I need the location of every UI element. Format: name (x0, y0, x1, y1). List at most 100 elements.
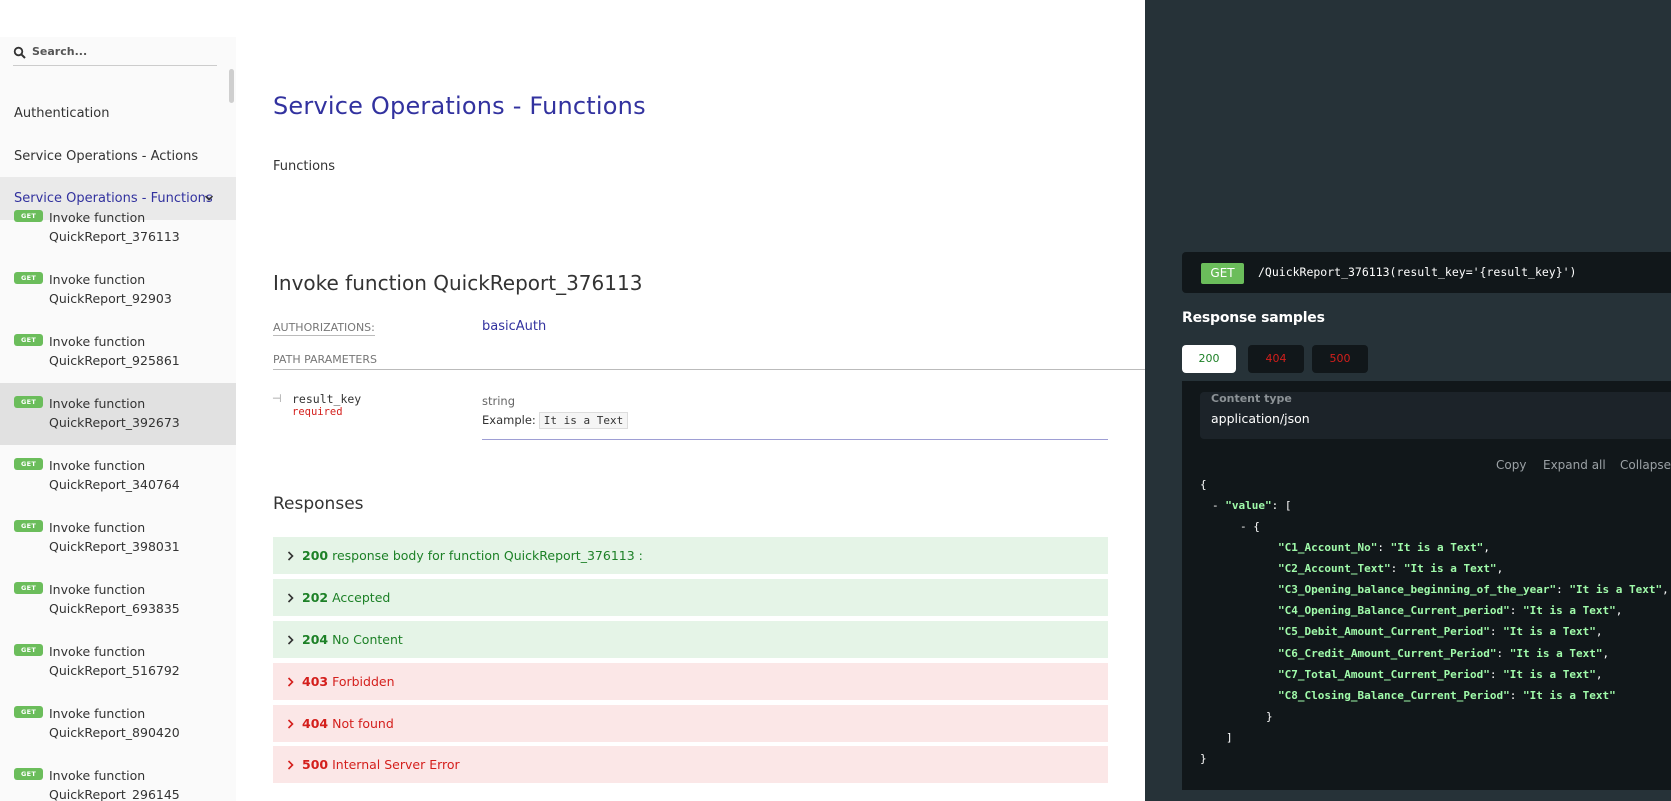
response-204-row[interactable]: 204 No Content (273, 621, 1108, 658)
sidebar-operation[interactable]: GET Invoke function QuickReport_398031 (0, 507, 236, 569)
tab-500[interactable]: 500 (1312, 345, 1368, 373)
chevron-right-icon (287, 635, 294, 645)
sidebar-operation[interactable]: GET Invoke function QuickReport_376113 (0, 197, 236, 259)
json-line: - { (1240, 520, 1260, 533)
operation-label-line1: Invoke function (49, 396, 146, 411)
authorizations-label: AUTHORIZATIONS: (273, 321, 375, 336)
response-samples-heading: Response samples (1182, 310, 1325, 326)
collapse-all-button[interactable]: Collapse (1620, 458, 1671, 472)
sidebar-item-label: Service Operations - Actions (14, 149, 199, 164)
json-field: "C8_Closing_Balance_Current_Period": "It… (1278, 689, 1616, 702)
response-404-row[interactable]: 404 Not found (273, 705, 1108, 742)
json-value: "It is a Text" (1390, 541, 1484, 554)
endpoint-path: /QuickReport_376113(result_key='{result_… (1258, 265, 1577, 279)
get-method-badge: GET (14, 272, 43, 284)
endpoint-bar[interactable]: GET /QuickReport_376113(result_key='{res… (1182, 252, 1671, 293)
json-key: "C4_Opening_Balance_Current_period" (1278, 604, 1510, 617)
response-code: 500 (302, 757, 329, 772)
json-field: "C3_Opening_balance_beginning_of_the_yea… (1278, 583, 1669, 596)
response-403-row[interactable]: 403 Forbidden (273, 663, 1108, 700)
response-code: 200 (302, 548, 329, 563)
response-200-row[interactable]: 200 response body for function QuickRepor… (273, 537, 1108, 574)
operation-label-line2: QuickReport_925861 (49, 353, 180, 368)
json-key: "C2_Account_Text" (1278, 562, 1391, 575)
operation-title: Invoke function QuickReport_376113 (273, 271, 643, 295)
json-field: "C5_Debit_Amount_Current_Period": "It is… (1278, 625, 1603, 638)
response-202-row[interactable]: 202 Accepted (273, 579, 1108, 616)
operation-label-line2: QuickReport_376113 (49, 229, 180, 244)
operation-label-line2: QuickReport_392673 (49, 415, 180, 430)
get-method-badge: GET (14, 396, 43, 408)
chevron-right-icon (287, 719, 294, 729)
param-name: result_key (292, 392, 362, 406)
sidebar-operation[interactable]: GET Invoke function QuickReport_516792 (0, 631, 236, 693)
search-box (13, 43, 217, 66)
sidebar-operation[interactable]: GET Invoke function QuickReport_693835 (0, 569, 236, 631)
expand-all-button[interactable]: Expand all (1543, 458, 1606, 472)
right-panel: GET /QuickReport_376113(result_key='{res… (1145, 0, 1671, 801)
get-method-badge: GET (14, 210, 43, 222)
sidebar-operation[interactable]: GET Invoke function QuickReport_296145 (0, 755, 236, 801)
example-value: It is a Text (538, 412, 629, 429)
json-key: "C3_Opening_balance_beginning_of_the_yea… (1278, 583, 1557, 596)
search-icon (13, 46, 26, 59)
authorization-link-basicauth[interactable]: basicAuth (482, 319, 546, 334)
response-description: Not found (332, 716, 394, 731)
operation-label-line1: Invoke function (49, 520, 146, 535)
operation-label-line1: Invoke function (49, 272, 146, 287)
content-type-box[interactable]: Content type application/json (1200, 392, 1671, 439)
json-key: "C8_Closing_Balance_Current_Period" (1278, 689, 1510, 702)
get-method-badge: GET (14, 706, 43, 718)
tab-404[interactable]: 404 (1248, 345, 1304, 373)
param-tree-icon: ⊣ (272, 392, 282, 405)
response-description: No Content (332, 632, 403, 647)
get-method-badge: GET (14, 768, 43, 780)
json-key: "C1_Account_No" (1278, 541, 1378, 554)
content-type-label: Content type (1211, 392, 1292, 405)
json-value: "It is a Text" (1523, 689, 1616, 702)
sidebar-item-authentication[interactable]: Authentication (0, 92, 236, 135)
json-collapse-toggle[interactable]: - { (1240, 520, 1260, 533)
json-field: "C1_Account_No": "It is a Text", (1278, 541, 1490, 554)
sidebar-operation[interactable]: GET Invoke function QuickReport_925861 (0, 321, 236, 383)
operation-label-line1: Invoke function (49, 706, 146, 721)
json-brace: } (1266, 710, 1273, 723)
json-field: "C4_Opening_Balance_Current_period": "It… (1278, 604, 1623, 617)
copy-button[interactable]: Copy (1496, 458, 1526, 472)
operation-label-line1: Invoke function (49, 334, 146, 349)
operation-label-line1: Invoke function (49, 210, 146, 225)
main-content: Service Operations - Functions Functions… (236, 0, 1145, 801)
operation-label-line2: QuickReport_890420 (49, 725, 180, 740)
response-500-row[interactable]: 500 Internal Server Error (273, 746, 1108, 783)
sidebar-item-service-operations-actions[interactable]: Service Operations - Actions (0, 135, 236, 178)
json-value: "It is a Text" (1509, 647, 1603, 660)
sidebar-operation[interactable]: GET Invoke function QuickReport_392673 (0, 383, 236, 445)
tab-200[interactable]: 200 (1182, 345, 1236, 373)
sidebar-operation[interactable]: GET Invoke function QuickReport_92903 (0, 259, 236, 321)
json-brace: } (1200, 752, 1207, 765)
response-description: Internal Server Error (332, 757, 460, 772)
param-required-label: required (292, 406, 343, 418)
json-key: "value" (1225, 499, 1272, 512)
get-method-badge: GET (14, 458, 43, 470)
json-key: "C6_Credit_Amount_Current_Period" (1278, 647, 1497, 660)
param-type: string (482, 394, 516, 408)
response-code: 202 (302, 590, 329, 605)
sidebar-operation[interactable]: GET Invoke function QuickReport_340764 (0, 445, 236, 507)
operation-label-line1: Invoke function (49, 458, 146, 473)
search-input[interactable] (32, 45, 212, 58)
response-code: 404 (302, 716, 329, 731)
response-description: Forbidden (332, 674, 395, 689)
http-method-badge: GET (1201, 263, 1244, 284)
example-label: Example: (482, 413, 536, 427)
get-method-badge: GET (14, 582, 43, 594)
json-key: "C7_Total_Amount_Current_Period" (1278, 668, 1490, 681)
json-key: "C5_Debit_Amount_Current_Period" (1278, 625, 1490, 638)
operation-label-line2: QuickReport_340764 (49, 477, 180, 492)
path-parameters-label: PATH PARAMETERS (273, 353, 378, 366)
json-field: "C6_Credit_Amount_Current_Period": "It i… (1278, 647, 1610, 660)
json-collapse-toggle[interactable]: - (1212, 499, 1225, 512)
chevron-right-icon (287, 760, 294, 770)
sidebar-operation[interactable]: GET Invoke function QuickReport_890420 (0, 693, 236, 755)
operation-label-line1: Invoke function (49, 644, 146, 659)
